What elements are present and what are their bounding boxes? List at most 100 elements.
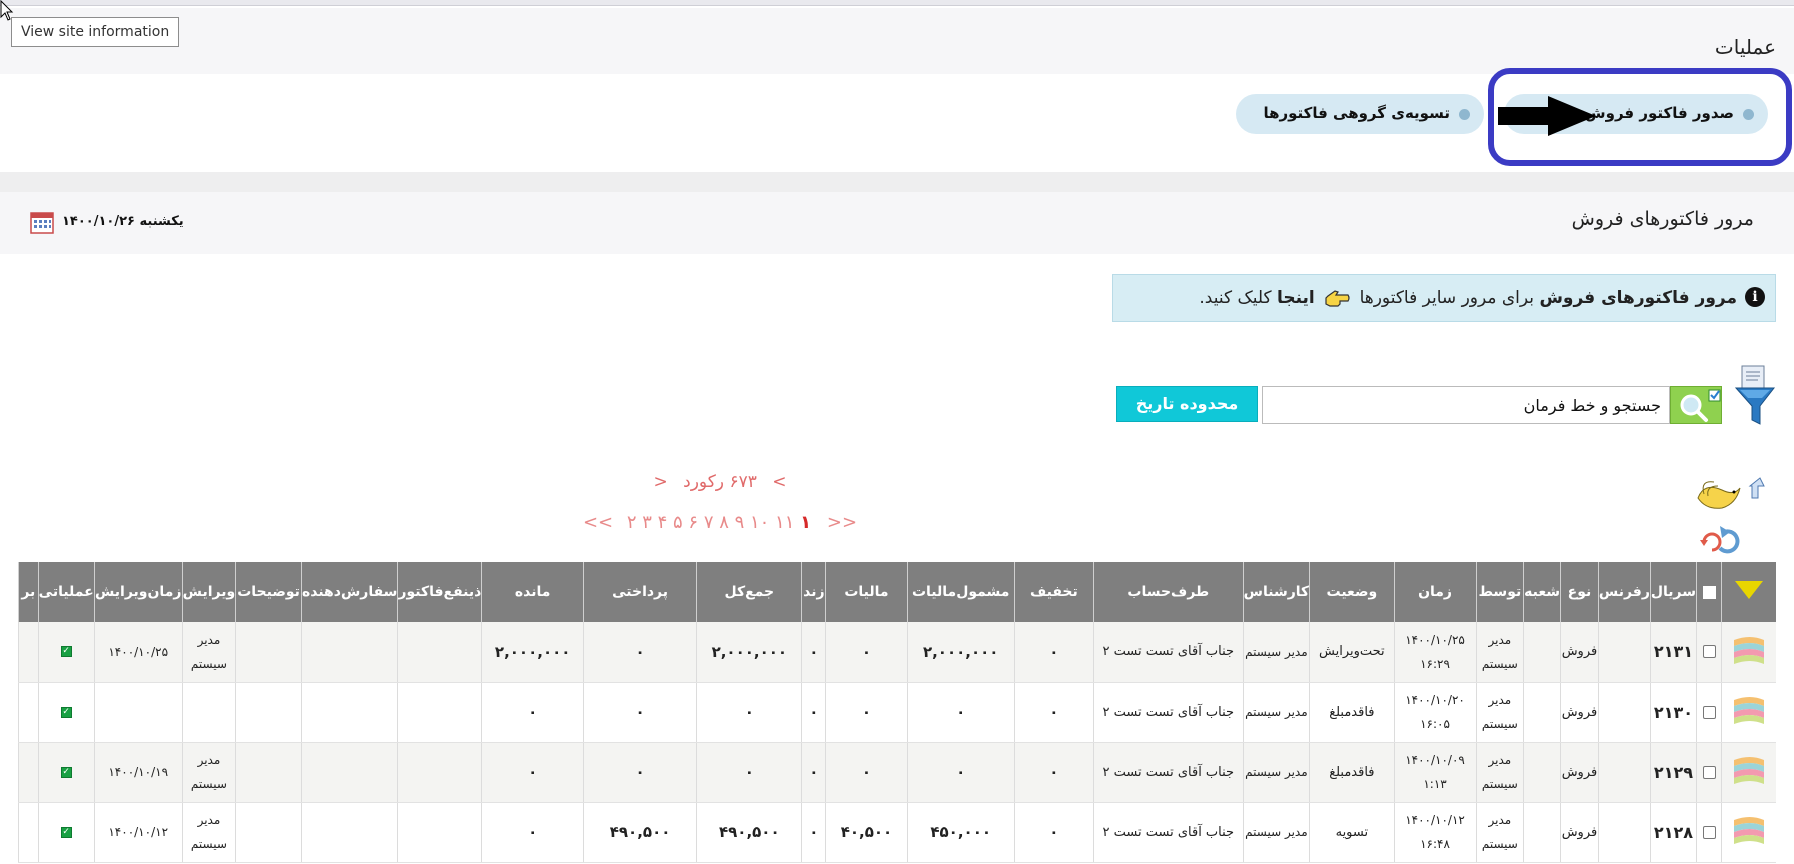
row-checkbox[interactable] — [1702, 765, 1716, 779]
cell-tax: ۰ — [825, 622, 908, 683]
col-operational[interactable]: عملیاتی — [37, 562, 95, 622]
info-link[interactable]: اینجا — [1277, 288, 1315, 308]
pager-pages[interactable]: ۲ ۳ ۴ ۵ ۶ ۷ ۸ ۹ ۱۰ ۱۱ — [627, 512, 795, 533]
col-more[interactable]: بر — [18, 562, 39, 622]
invoice-stack-icon — [1734, 757, 1764, 784]
operational-check-icon[interactable]: ✓ — [60, 826, 72, 838]
cell-beneficiary — [397, 802, 482, 863]
filter-funnel-icon[interactable] — [1734, 364, 1776, 428]
cell-total: ۲,۰۰۰,۰۰۰ — [696, 622, 802, 683]
records-prev[interactable]: > — [772, 472, 786, 492]
cell-beneficiary — [397, 742, 482, 803]
col-expert[interactable]: کارشناس — [1242, 562, 1310, 622]
col-beneficiary[interactable]: ذینفع‌فاکتور — [397, 562, 482, 622]
date-range-button[interactable]: محدوده تاریخ — [1116, 386, 1258, 422]
pager-first[interactable]: >> — [827, 512, 857, 533]
info-banner: i مرور فاکتورهای فروش برای مرور سایر فاک… — [1112, 274, 1776, 322]
cell-remaining: ۰ — [481, 682, 584, 743]
row-icon-cell[interactable] — [1721, 802, 1776, 863]
cell-operational[interactable]: ✓ — [37, 682, 95, 743]
cell-operational[interactable]: ✓ — [37, 622, 95, 683]
cell-more — [18, 742, 39, 803]
cell-serial[interactable]: ۲۱۲۹ — [1649, 742, 1697, 803]
col-serial[interactable]: سریال — [1649, 562, 1697, 622]
cell-taxable: ۴۵۰,۰۰۰ — [906, 802, 1015, 863]
cell-description — [235, 622, 302, 683]
info-end: کلیک کنید. — [1199, 288, 1272, 308]
cell-beneficiary — [397, 622, 482, 683]
col-edit-time[interactable]: زمان‌ویرایش — [93, 562, 183, 622]
col-status[interactable]: وضعیت — [1309, 562, 1395, 622]
col-discount[interactable]: تخفیف — [1013, 562, 1094, 622]
col-tax[interactable]: مالیات — [825, 562, 908, 622]
col-paid[interactable]: پرداختی — [582, 562, 697, 622]
cell-total: ۴۹۰,۵۰۰ — [696, 802, 802, 863]
operations-header: عملیات — [0, 8, 1794, 74]
cell-zand: ۰ — [801, 682, 826, 743]
col-taxable[interactable]: مشمول‌مالیات — [906, 562, 1015, 622]
operational-check-icon[interactable]: ✓ — [60, 766, 72, 778]
col-select-all[interactable] — [1696, 562, 1722, 622]
cell-operational[interactable]: ✓ — [37, 802, 95, 863]
col-description[interactable]: توضیحات — [235, 562, 302, 622]
bird-tool-icon[interactable] — [1694, 476, 1770, 518]
col-reference[interactable]: رفرنس — [1597, 562, 1651, 622]
pager-last[interactable]: << — [583, 512, 613, 533]
table-row[interactable]: ۲۱۳۰ فروش مدیر سیستم ۱۴۰۰/۱۰/۲۰ ۱۶:۰۵ فا… — [18, 682, 1776, 743]
cell-serial[interactable]: ۲۱۳۱ — [1649, 622, 1697, 683]
cell-editor — [181, 682, 236, 743]
row-checkbox[interactable] — [1702, 705, 1716, 719]
cell-operational[interactable]: ✓ — [37, 742, 95, 803]
cell-serial[interactable]: ۲۱۳۰ — [1649, 682, 1697, 743]
row-checkbox-cell[interactable] — [1696, 742, 1722, 803]
table-row[interactable]: ۲۱۳۱ فروش مدیر سیستم ۱۴۰۰/۱۰/۲۵ ۱۶:۲۹ تح… — [18, 622, 1776, 683]
records-next[interactable]: < — [654, 472, 668, 492]
col-total[interactable]: جمع‌کل — [696, 562, 802, 622]
invoice-stack-icon — [1734, 817, 1764, 844]
site-info-tooltip: View site information — [11, 17, 180, 47]
tab-group-settlement[interactable]: تسویه‌ی گروهی فاکتورها — [1236, 94, 1484, 134]
cell-expert: مدیر سیستم — [1242, 682, 1310, 743]
mouse-cursor-icon — [0, 0, 14, 21]
operational-check-icon[interactable]: ✓ — [60, 646, 72, 658]
info-mid: برای مرور سایر فاکتورها — [1359, 288, 1535, 308]
cell-description — [235, 802, 302, 863]
col-by[interactable]: توسط — [1475, 562, 1524, 622]
cell-zand: ۰ — [801, 622, 826, 683]
pager-current[interactable]: ۱ — [800, 512, 811, 533]
row-checkbox[interactable] — [1702, 825, 1716, 839]
table-row[interactable]: ۲۱۲۹ فروش مدیر سیستم ۱۴۰۰/۱۰/۰۹ ۱:۱۳ فاق… — [18, 742, 1776, 803]
col-party[interactable]: طرف‌حساب — [1092, 562, 1244, 622]
col-zand[interactable]: زند — [801, 562, 826, 622]
cell-remaining: ۰ — [481, 742, 584, 803]
refresh-icon[interactable] — [1698, 522, 1742, 558]
col-sort[interactable] — [1721, 562, 1776, 622]
col-remaining[interactable]: مانده — [481, 562, 584, 622]
calendar-icon[interactable] — [30, 210, 54, 234]
select-all-checkbox[interactable] — [1702, 585, 1716, 599]
col-editor[interactable]: ویرایش — [181, 562, 236, 622]
col-orderer[interactable]: سفارش‌دهنده — [300, 562, 398, 622]
row-checkbox[interactable] — [1702, 645, 1716, 659]
col-time[interactable]: زمان — [1393, 562, 1477, 622]
cell-edit-time: ۱۴۰۰/۱۰/۱۹ — [93, 742, 183, 803]
row-checkbox-cell[interactable] — [1696, 622, 1722, 683]
table-row[interactable]: ۲۱۲۸ فروش مدیر سیستم ۱۴۰۰/۱۰/۱۲ ۱۶:۴۸ تس… — [18, 802, 1776, 863]
tab-label: تسویه‌ی گروهی فاکتورها — [1263, 104, 1450, 122]
row-icon-cell[interactable] — [1721, 742, 1776, 803]
col-type[interactable]: نوع — [1560, 562, 1599, 622]
row-icon-cell[interactable] — [1721, 622, 1776, 683]
row-icon-cell[interactable] — [1721, 682, 1776, 743]
invoice-stack-icon — [1734, 636, 1764, 664]
cell-type: فروش — [1560, 682, 1599, 743]
cell-time: ۱۴۰۰/۱۰/۱۲ ۱۶:۴۸ — [1393, 802, 1477, 863]
cell-serial[interactable]: ۲۱۲۸ — [1649, 802, 1697, 863]
cell-time: ۱۴۰۰/۱۰/۲۵ ۱۶:۲۹ — [1393, 622, 1477, 683]
row-checkbox-cell[interactable] — [1696, 682, 1722, 743]
search-input[interactable] — [1262, 386, 1670, 424]
operational-check-icon[interactable]: ✓ — [60, 706, 72, 718]
row-checkbox-cell[interactable] — [1696, 802, 1722, 863]
col-branch[interactable]: شعبه — [1523, 562, 1561, 622]
search-button[interactable] — [1670, 386, 1722, 424]
records-count: > ۶۷۳ رکورد < — [640, 472, 800, 492]
